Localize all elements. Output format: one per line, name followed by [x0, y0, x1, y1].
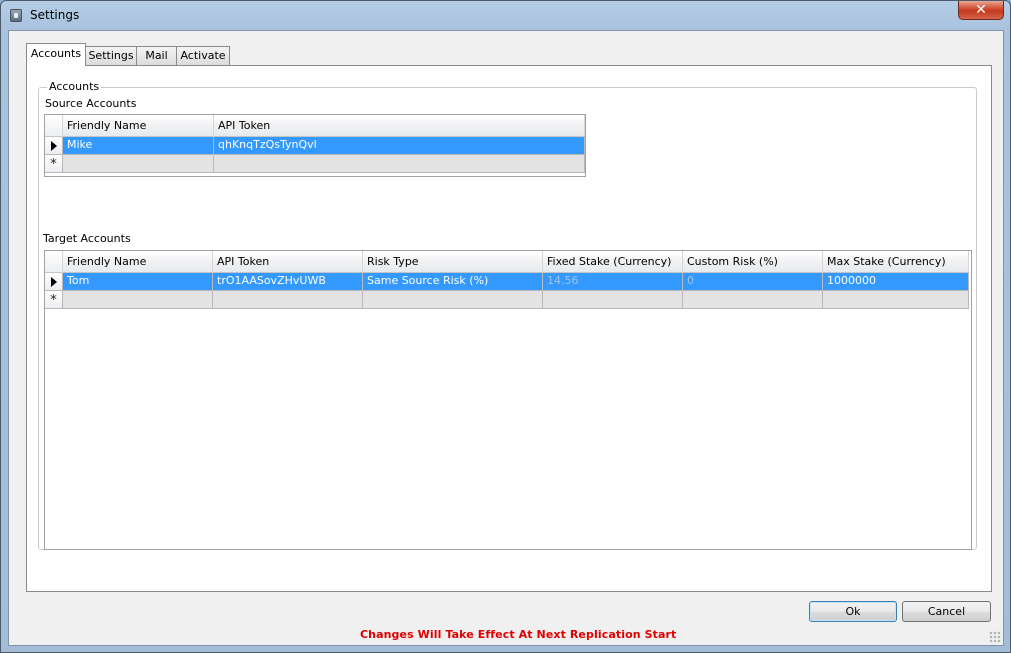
- accounts-tab-page: Accounts Source Accounts Friendly Name A…: [26, 65, 992, 592]
- tab-mail[interactable]: Mail: [136, 46, 177, 65]
- target-col-custom-risk[interactable]: Custom Risk (%): [683, 251, 823, 273]
- target-col-fixed-stake[interactable]: Fixed Stake (Currency): [543, 251, 683, 273]
- target-new-cell-risk-type[interactable]: [363, 291, 543, 309]
- table-row[interactable]: Tom trO1AASovZHvUWB Same Source Risk (%)…: [45, 273, 969, 291]
- window-title: Settings: [30, 8, 80, 22]
- source-cell-friendly-name[interactable]: Mike: [63, 137, 214, 155]
- tab-accounts[interactable]: Accounts: [26, 43, 86, 66]
- settings-window: Settings ✕ Accounts Settings Mail Activa…: [0, 0, 1011, 653]
- source-col-api-token[interactable]: API Token: [214, 115, 585, 137]
- current-row-arrow-icon: [51, 277, 57, 287]
- app-icon: [10, 9, 22, 22]
- target-accounts-grid[interactable]: Friendly Name API Token Risk Type Fixed …: [44, 250, 972, 550]
- target-cell-friendly-name[interactable]: Tom: [63, 273, 213, 291]
- target-cell-risk-type[interactable]: Same Source Risk (%): [363, 273, 543, 291]
- new-row-asterisk-icon: *: [45, 291, 63, 309]
- source-new-cell-api-token[interactable]: [214, 155, 585, 173]
- target-cell-custom-risk[interactable]: 0: [683, 273, 823, 291]
- target-col-friendly-name[interactable]: Friendly Name: [63, 251, 213, 273]
- new-row[interactable]: *: [45, 291, 969, 309]
- accounts-groupbox: Accounts Source Accounts Friendly Name A…: [38, 80, 977, 550]
- replication-notice: Changes Will Take Effect At Next Replica…: [360, 628, 677, 641]
- source-cell-api-token[interactable]: qhKnqTzQsTynQvl: [214, 137, 585, 155]
- source-accounts-grid[interactable]: Friendly Name API Token Mike qhKnqTzQsTy…: [44, 114, 586, 177]
- ok-button[interactable]: Ok: [809, 601, 897, 622]
- target-new-cell-custom-risk[interactable]: [683, 291, 823, 309]
- title-bar[interactable]: Settings ✕: [1, 1, 1010, 29]
- row-header[interactable]: [45, 273, 63, 291]
- target-col-risk-type[interactable]: Risk Type: [363, 251, 543, 273]
- tab-activate[interactable]: Activate: [176, 46, 230, 65]
- accounts-group-title: Accounts: [47, 80, 102, 93]
- target-accounts-label: Target Accounts: [43, 232, 131, 245]
- source-new-cell-friendly-name[interactable]: [63, 155, 214, 173]
- source-col-friendly-name[interactable]: Friendly Name: [63, 115, 214, 137]
- target-cell-fixed-stake[interactable]: 14.56: [543, 273, 683, 291]
- resize-grip-icon[interactable]: [989, 631, 1001, 643]
- source-accounts-label: Source Accounts: [45, 97, 137, 110]
- current-row-arrow-icon: [51, 141, 57, 151]
- table-row[interactable]: Mike qhKnqTzQsTynQvl: [45, 137, 585, 155]
- target-new-cell-friendly-name[interactable]: [63, 291, 213, 309]
- target-col-api-token[interactable]: API Token: [213, 251, 363, 273]
- target-new-cell-max-stake[interactable]: [823, 291, 969, 309]
- target-grid-header: Friendly Name API Token Risk Type Fixed …: [45, 251, 969, 273]
- target-new-cell-fixed-stake[interactable]: [543, 291, 683, 309]
- target-new-cell-api-token[interactable]: [213, 291, 363, 309]
- target-col-max-stake[interactable]: Max Stake (Currency): [823, 251, 969, 273]
- target-cell-max-stake[interactable]: 1000000: [823, 273, 969, 291]
- target-grid-corner: [45, 251, 63, 273]
- tab-settings[interactable]: Settings: [85, 46, 137, 65]
- source-grid-header: Friendly Name API Token: [45, 115, 585, 137]
- row-header[interactable]: [45, 137, 63, 155]
- target-cell-api-token[interactable]: trO1AASovZHvUWB: [213, 273, 363, 291]
- close-button[interactable]: ✕: [958, 1, 1004, 20]
- new-row-asterisk-icon: *: [45, 155, 63, 173]
- new-row[interactable]: *: [45, 155, 585, 173]
- source-grid-corner: [45, 115, 63, 137]
- dialog-client-area: Accounts Settings Mail Activate Accounts…: [8, 30, 1004, 646]
- cancel-button[interactable]: Cancel: [902, 601, 991, 622]
